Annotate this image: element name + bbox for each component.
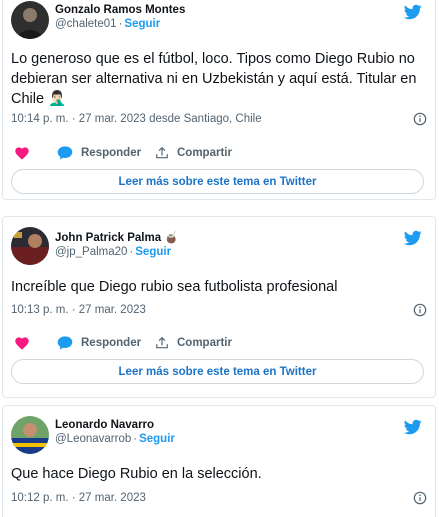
tweet-timestamp[interactable]: 10:14 p. m. · 27 mar. 2023 desde Santiag… — [11, 113, 427, 125]
share-icon — [156, 146, 168, 159]
tweet-card-1: Gonzalo Ramos Montes @chalete01 · Seguir L… — [2, 0, 436, 200]
handle[interactable]: @jp_Palma20 — [55, 246, 127, 258]
handle[interactable]: @chalete01 — [55, 18, 117, 30]
author-block: Leonardo Navarro @Leonavarrob · Seguir — [55, 419, 175, 445]
tweet-text: Lo generoso que es el fútbol, loco. Tipo… — [11, 51, 417, 107]
read-more-button[interactable]: Leer más sobre este tema en Twitter — [11, 169, 424, 194]
timestamp-text[interactable]: 10:12 p. m. · 27 mar. 2023 — [11, 492, 146, 504]
read-more-button[interactable]: Leer más sobre este tema en Twitter — [11, 359, 424, 384]
heart-icon — [15, 146, 29, 160]
display-name[interactable]: Leonardo Navarro — [55, 419, 175, 431]
reply-button[interactable]: Responder — [57, 333, 141, 353]
reply-button[interactable]: Responder — [57, 143, 141, 163]
author-block: Gonzalo Ramos Montes @chalete01 · Seguir — [55, 4, 185, 30]
tweet-header: Gonzalo Ramos Montes @chalete01 · Seguir — [11, 1, 431, 39]
twitter-bird-icon[interactable] — [403, 229, 423, 247]
action-bar: Responder Compartir — [11, 143, 427, 163]
tweet-card-2: John Patrick Palma 🧉 @jp_Palma20 · Seguir … — [2, 216, 436, 398]
reply-icon — [57, 146, 73, 160]
reply-label: Responder — [81, 147, 142, 159]
timestamp-text[interactable]: 10:13 p. m. · 27 mar. 2023 — [11, 304, 146, 316]
heart-icon — [15, 336, 29, 350]
share-label: Compartir — [177, 147, 232, 159]
tweet-card-3: Leonardo Navarro @Leonavarrob · Seguir Que… — [2, 405, 436, 517]
action-bar: Responder Compartir — [11, 333, 427, 353]
handle[interactable]: @Leonavarrob — [55, 433, 131, 445]
separator-dot: · — [129, 246, 134, 258]
info-icon[interactable] — [413, 303, 427, 317]
share-button[interactable]: Compartir — [155, 333, 232, 353]
tweet-header: Leonardo Navarro @Leonavarrob · Seguir — [11, 416, 431, 454]
follow-button[interactable]: Seguir — [124, 18, 160, 30]
avatar[interactable] — [11, 416, 49, 454]
like-button[interactable] — [15, 143, 37, 163]
tweet-text: Que hace Diego Rubio en la selección. — [11, 466, 262, 482]
avatar[interactable] — [11, 227, 49, 265]
follow-button[interactable]: Seguir — [135, 246, 171, 258]
tweet-timestamp[interactable]: 10:13 p. m. · 27 mar. 2023 — [11, 304, 427, 316]
info-icon[interactable] — [413, 491, 427, 505]
tweet-text: Increíble que Diego rubio sea futbolista… — [11, 279, 338, 295]
follow-button[interactable]: Seguir — [139, 433, 175, 445]
tweet-header: John Patrick Palma 🧉 @jp_Palma20 · Seguir — [11, 227, 431, 265]
like-button[interactable] — [15, 333, 37, 353]
separator-dot: · — [133, 433, 138, 445]
reply-icon — [57, 336, 73, 350]
separator-dot: · — [118, 18, 123, 30]
timestamp-text[interactable]: 10:14 p. m. · 27 mar. 2023 desde Santiag… — [11, 113, 262, 125]
share-button[interactable]: Compartir — [155, 143, 232, 163]
read-more-label: Leer más sobre este tema en Twitter — [118, 175, 317, 188]
reply-label: Responder — [81, 337, 142, 349]
tweet-timestamp[interactable]: 10:12 p. m. · 27 mar. 2023 — [11, 492, 427, 504]
read-more-label: Leer más sobre este tema en Twitter — [118, 365, 317, 378]
display-name[interactable]: John Patrick Palma 🧉 — [55, 230, 179, 244]
share-icon — [156, 336, 168, 349]
info-icon[interactable] — [413, 112, 427, 126]
twitter-bird-icon[interactable] — [403, 3, 423, 21]
twitter-bird-icon[interactable] — [403, 418, 423, 436]
author-block: John Patrick Palma 🧉 @jp_Palma20 · Seguir — [55, 230, 179, 258]
display-name[interactable]: Gonzalo Ramos Montes — [55, 4, 185, 16]
share-label: Compartir — [177, 337, 232, 349]
avatar[interactable] — [11, 1, 49, 39]
